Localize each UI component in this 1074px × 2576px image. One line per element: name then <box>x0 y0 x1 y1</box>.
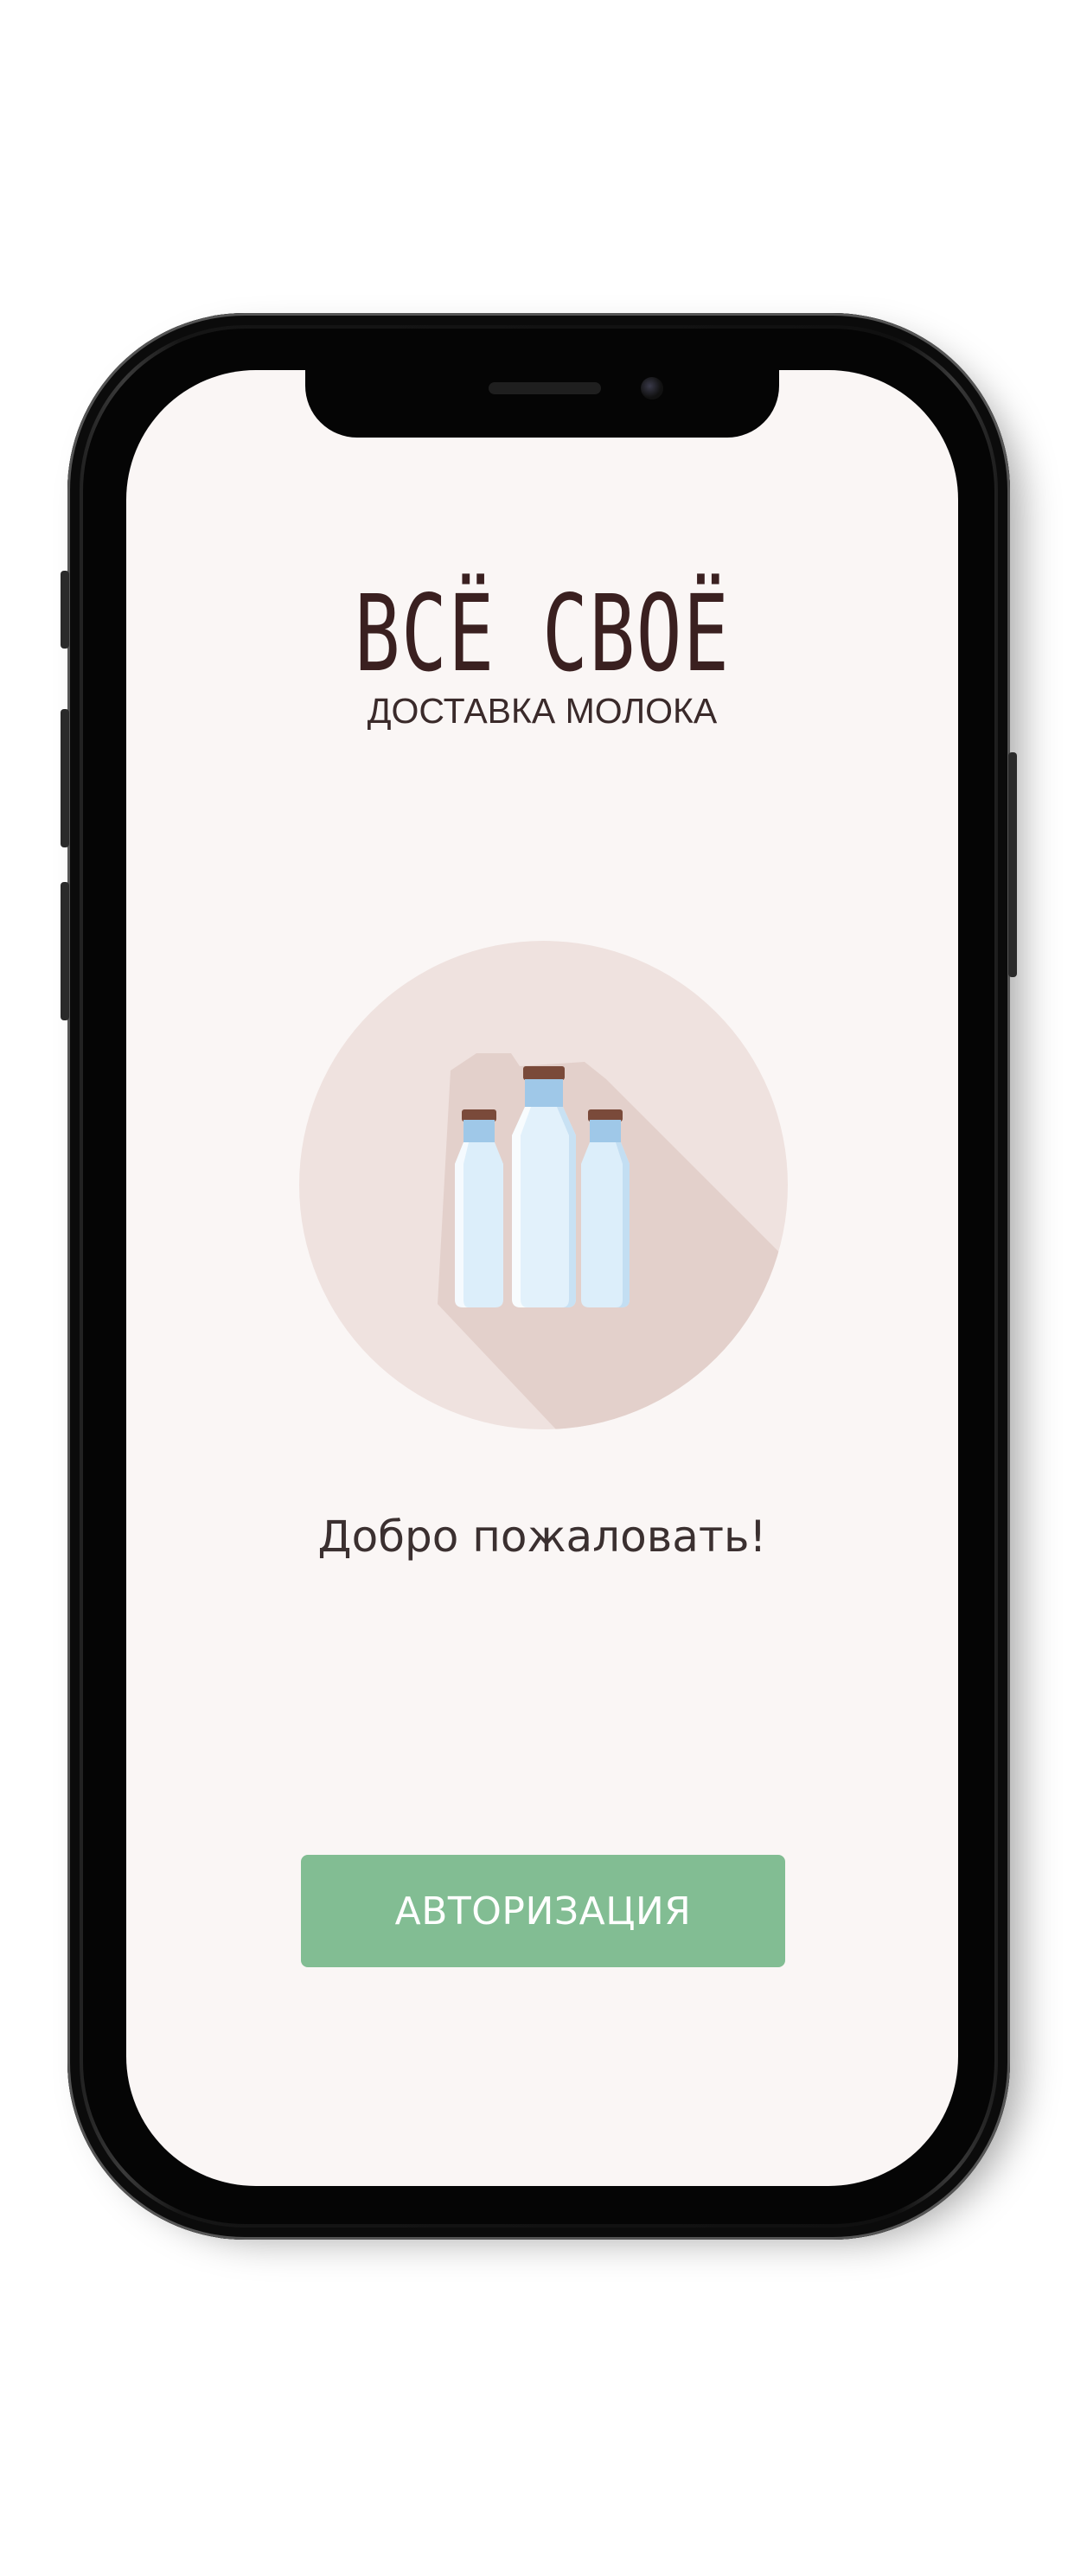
logo-subtitle: ДОСТАВКА МОЛОКА <box>367 691 718 731</box>
camera-icon <box>641 377 663 400</box>
milk-bottles-icon <box>299 941 788 1429</box>
app-screen: ВСЁ СВОЁ ДОСТАВКА МОЛОКА Добро пожаловат… <box>126 370 958 2186</box>
authorization-button[interactable]: АВТОРИЗАЦИЯ <box>301 1855 785 1967</box>
logo-title: ВСЁ СВОЁ <box>354 572 731 695</box>
mute-switch <box>61 571 69 649</box>
speaker-icon <box>489 382 601 394</box>
app-logo: ВСЁ СВОЁ ДОСТАВКА МОЛОКА <box>126 573 958 732</box>
notch <box>305 370 779 438</box>
power-button <box>1008 752 1017 977</box>
volume-up-button <box>61 709 69 847</box>
volume-down-button <box>61 882 69 1020</box>
welcome-message: Добро пожаловать! <box>317 1512 767 1562</box>
